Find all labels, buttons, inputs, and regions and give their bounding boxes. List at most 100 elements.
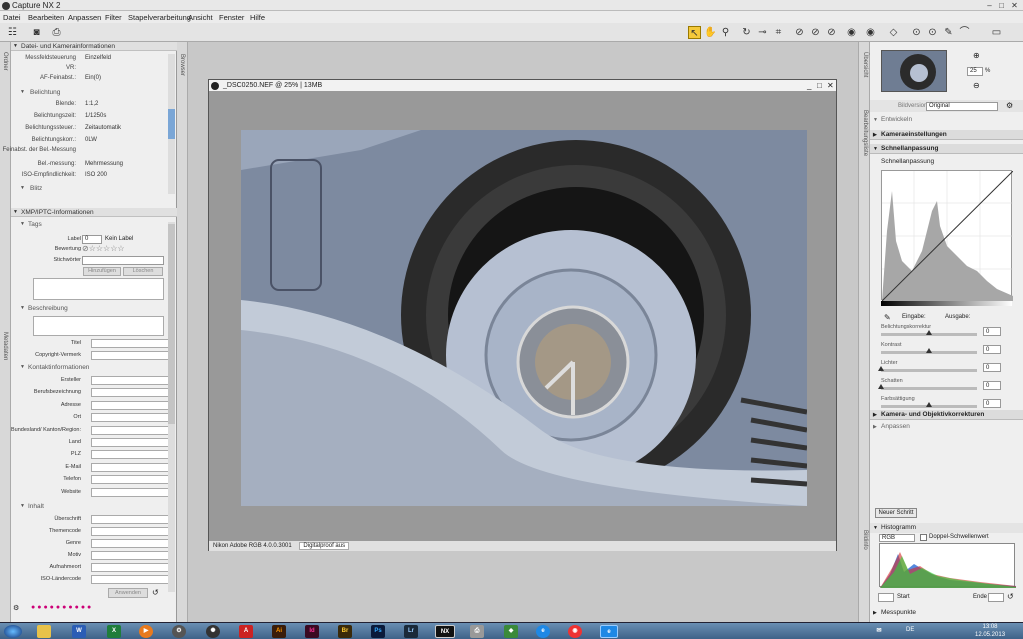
lens-corrections-section[interactable]: Kamera- und Objektivkorrekturen bbox=[870, 410, 1023, 420]
content-subheader[interactable]: Inhalt bbox=[20, 502, 170, 511]
app2-taskbar-icon[interactable]: ◆ bbox=[504, 625, 518, 638]
new-step-button[interactable]: Neuer Schritt bbox=[875, 508, 917, 518]
hand-tool-icon[interactable]: ✋ bbox=[704, 26, 717, 39]
xmp-section-header[interactable]: XMP/IPTC-Informationen bbox=[11, 208, 177, 217]
histogram-start-input[interactable] bbox=[878, 593, 894, 602]
printer-taskbar-icon[interactable]: ⎙ bbox=[470, 625, 484, 638]
crop-icon[interactable]: ⌗ bbox=[772, 26, 785, 39]
browser-tab[interactable]: Browser bbox=[179, 54, 185, 76]
app-taskbar-icon[interactable]: ✺ bbox=[206, 625, 220, 638]
contact-field[interactable] bbox=[91, 400, 175, 410]
minimize-button[interactable]: – bbox=[985, 1, 994, 10]
focus-points-section[interactable]: Messpunkte bbox=[870, 608, 1023, 618]
slider-thumb[interactable] bbox=[926, 402, 932, 407]
softproof-select[interactable]: Digitalproof aus bbox=[299, 542, 350, 550]
slider-thumb[interactable] bbox=[878, 366, 884, 371]
contact-field[interactable] bbox=[91, 388, 175, 398]
menu-filter[interactable]: Filter bbox=[105, 13, 122, 22]
red-eye-icon[interactable]: ◉ bbox=[845, 26, 858, 39]
close-button[interactable]: ✕ bbox=[1010, 1, 1019, 10]
zoom-tool-icon[interactable]: ⚲ bbox=[719, 26, 732, 39]
slider-value-input[interactable]: 0 bbox=[983, 399, 1001, 408]
image-info-tab[interactable]: Bildinfo bbox=[862, 530, 868, 550]
contact-field[interactable] bbox=[91, 413, 175, 423]
contact-field[interactable] bbox=[91, 376, 175, 385]
chrome-taskbar-icon[interactable]: ◉ bbox=[568, 625, 582, 638]
tag-icon[interactable]: ◇ bbox=[887, 26, 900, 39]
title-field[interactable] bbox=[91, 339, 175, 348]
color-control-point-2-icon[interactable]: ⊙ bbox=[926, 26, 939, 39]
slider-thumb[interactable] bbox=[878, 384, 884, 389]
contact-subheader[interactable]: Kontaktinformationen bbox=[20, 363, 170, 372]
lasso-icon[interactable]: ⌒ bbox=[958, 26, 971, 39]
description-subheader[interactable]: Beschreibung bbox=[20, 304, 170, 313]
keyword-input[interactable] bbox=[82, 256, 164, 265]
adjust-slider[interactable] bbox=[881, 348, 977, 354]
keyword-list[interactable] bbox=[33, 278, 164, 300]
white-point-icon[interactable]: ⊘ bbox=[825, 26, 838, 39]
contact-field[interactable] bbox=[91, 462, 175, 472]
quick-fix-section[interactable]: Schnellanpassung bbox=[870, 144, 1023, 154]
camera-settings-section[interactable]: Kameraeinstellungen bbox=[870, 130, 1023, 140]
neutral-point-icon[interactable]: ⊘ bbox=[809, 26, 822, 39]
settings-icon[interactable]: ⚙ bbox=[13, 604, 19, 612]
zoom-in-icon[interactable]: ⊕ bbox=[973, 51, 980, 60]
pdf-taskbar-icon[interactable]: A bbox=[239, 625, 253, 638]
content-field[interactable] bbox=[91, 575, 175, 584]
ie2-taskbar-icon[interactable]: e bbox=[600, 625, 618, 638]
menu-ansicht[interactable]: Ansicht bbox=[188, 13, 213, 22]
overview-tab[interactable]: Übersicht bbox=[862, 52, 868, 77]
clock-time[interactable]: 13:08 bbox=[975, 624, 1005, 630]
excel-taskbar-icon[interactable]: X bbox=[107, 625, 121, 638]
doc-minimize-button[interactable]: _ bbox=[807, 81, 811, 90]
browser-layout-icon[interactable]: ☷ bbox=[6, 26, 19, 39]
zoom-out-icon[interactable]: ⊖ bbox=[973, 81, 980, 90]
metadata-tab[interactable]: Metadaten bbox=[2, 332, 8, 360]
menu-anpassen[interactable]: Anpassen bbox=[68, 13, 101, 22]
edit-list-tab[interactable]: Bearbeitungsliste bbox=[862, 110, 868, 156]
illustrator-taskbar-icon[interactable]: Ai bbox=[272, 625, 286, 638]
ie-taskbar-icon[interactable]: e bbox=[536, 625, 550, 638]
mail-tray-icon[interactable]: ✉ bbox=[872, 625, 886, 638]
clock-date[interactable]: 12.05.2013 bbox=[975, 632, 1005, 638]
content-field[interactable] bbox=[91, 527, 175, 536]
adjust-slider[interactable] bbox=[878, 384, 977, 390]
adjust-section[interactable]: Anpassen bbox=[870, 422, 1023, 432]
start-button[interactable] bbox=[4, 625, 22, 638]
histogram-end-input[interactable] bbox=[988, 593, 1004, 602]
color-control-point-icon[interactable]: ⊙ bbox=[910, 26, 923, 39]
contact-field[interactable] bbox=[91, 425, 175, 435]
xmp-scrollbar[interactable] bbox=[168, 222, 175, 592]
version-select[interactable]: Original bbox=[926, 102, 998, 111]
menu-datei[interactable]: Datei bbox=[3, 13, 21, 22]
double-threshold-checkbox[interactable] bbox=[920, 534, 927, 541]
histogram-section[interactable]: Histogramm bbox=[870, 523, 1023, 533]
adjust-slider[interactable] bbox=[881, 330, 977, 336]
camera-icon[interactable]: ◙ bbox=[30, 26, 43, 39]
menu-hilfe[interactable]: Hilfe bbox=[250, 13, 265, 22]
content-field[interactable] bbox=[91, 515, 175, 524]
content-field[interactable] bbox=[91, 551, 175, 560]
contact-field[interactable] bbox=[91, 475, 175, 485]
media-player-taskbar-icon[interactable]: ▶ bbox=[139, 625, 153, 638]
histogram-reset-icon[interactable]: ↺ bbox=[1007, 592, 1014, 601]
capture-nx-taskbar-icon[interactable]: NX bbox=[435, 625, 455, 638]
apply-button[interactable]: Anwenden bbox=[108, 588, 148, 598]
slider-value-input[interactable]: 0 bbox=[983, 327, 1001, 336]
exif-section-header[interactable]: Datei- und Kamerainformationen bbox=[11, 42, 177, 51]
tags-subheader[interactable]: Tags bbox=[20, 220, 170, 229]
export-icon[interactable]: ⎙ bbox=[50, 26, 63, 39]
histogram-channel-select[interactable]: RGB bbox=[879, 534, 915, 542]
zoom-input[interactable]: 25 bbox=[967, 67, 983, 76]
rating-stars[interactable]: ⊘☆☆☆☆☆ bbox=[82, 244, 125, 253]
label-select[interactable]: 0 bbox=[82, 235, 102, 244]
image-window[interactable]: _DSC0250.NEF @ 25% | 13MB _ □ ✕ Nikon Ad… bbox=[208, 79, 837, 551]
contact-field[interactable] bbox=[91, 487, 175, 497]
slider-thumb[interactable] bbox=[926, 348, 932, 353]
direct-select-tool-icon[interactable]: ↖ bbox=[688, 26, 701, 39]
options-icon[interactable]: ⚙ bbox=[1006, 101, 1013, 110]
slider-value-input[interactable]: 0 bbox=[983, 363, 1001, 372]
add-keyword-button[interactable]: Hinzufügen bbox=[83, 267, 121, 276]
slider-value-input[interactable]: 0 bbox=[983, 345, 1001, 354]
photo-car-wheel[interactable] bbox=[241, 130, 807, 506]
